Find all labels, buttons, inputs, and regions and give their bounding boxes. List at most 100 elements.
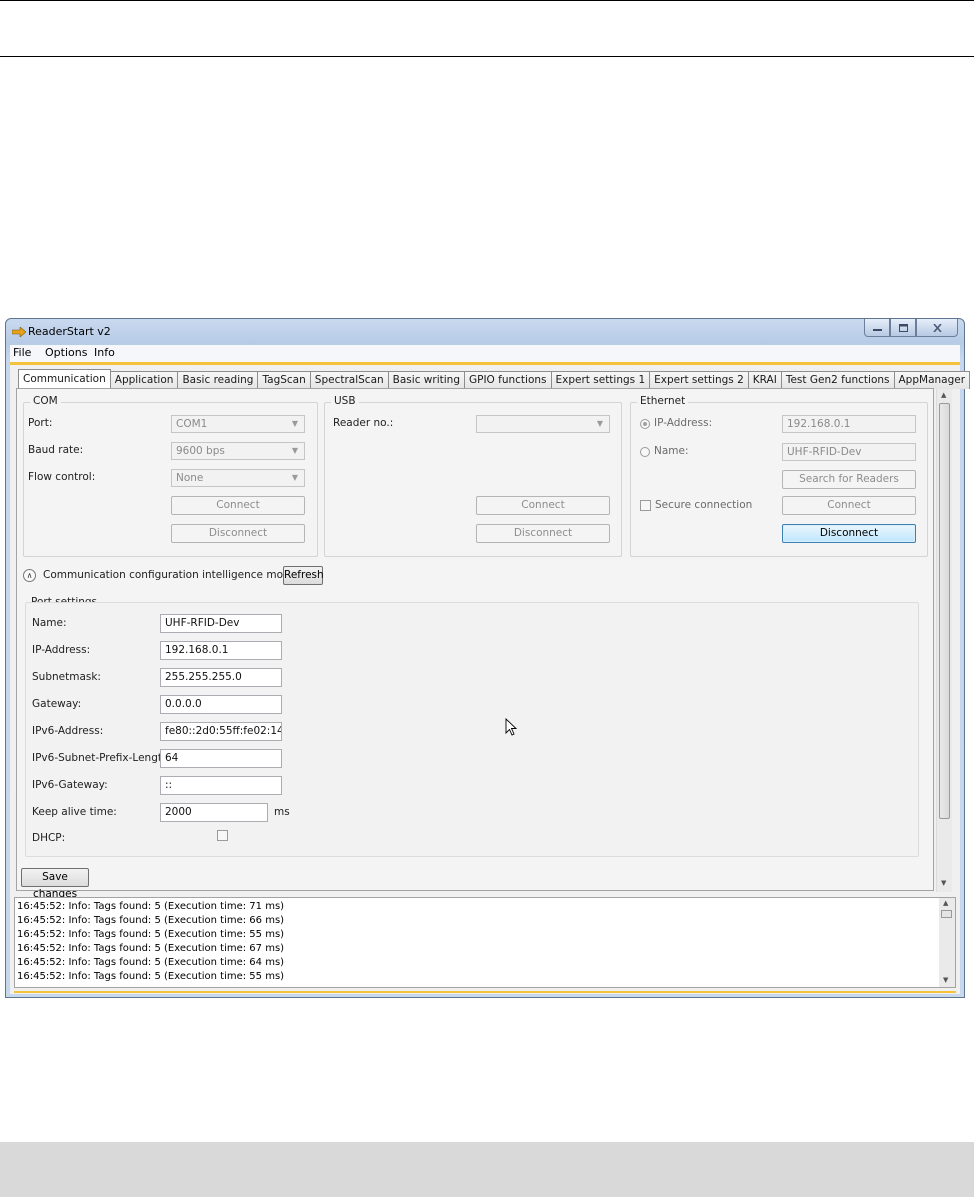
log-line: 16:45:52: Info: Tags found: 5 (Execution…: [17, 901, 285, 912]
page-header-rule: [0, 56, 974, 57]
reader-no-select[interactable]: ▼: [476, 415, 610, 433]
port-select-value: COM1: [176, 418, 208, 430]
ps-subnet-label: Subnetmask:: [32, 671, 101, 683]
tab-basic-reading[interactable]: Basic reading: [178, 371, 259, 389]
ps-gateway-label: Gateway:: [32, 698, 82, 710]
chevron-down-icon: ▼: [596, 419, 603, 428]
ethernet-name-input[interactable]: UHF-RFID-Dev: [782, 443, 916, 461]
menu-file[interactable]: File: [13, 346, 31, 359]
tab-appmanager[interactable]: AppManager: [894, 371, 971, 389]
port-label: Port:: [28, 417, 53, 429]
tab-tagscan[interactable]: TagScan: [258, 371, 311, 389]
ethernet-connect-button[interactable]: Connect: [782, 496, 916, 515]
title-bar[interactable]: ReaderStart v2: [6, 319, 964, 345]
refresh-button[interactable]: Refresh: [283, 566, 324, 585]
com-disconnect-button[interactable]: Disconnect: [171, 524, 305, 543]
ip-address-label: IP-Address:: [654, 417, 713, 429]
com-connect-button[interactable]: Connect: [171, 496, 305, 515]
caption-buttons: [864, 319, 958, 337]
save-changes-button[interactable]: Save changes: [21, 868, 89, 900]
reader-no-label: Reader no.:: [333, 417, 394, 429]
tab-communication[interactable]: Communication: [18, 369, 111, 389]
tab-expert-settings-2[interactable]: Expert settings 2: [650, 371, 749, 389]
communication-page: COM Port: COM1 ▼ Baud rate: 9600 bps ▼ F…: [16, 388, 934, 900]
ethernet-group-title: Ethernet: [637, 395, 689, 407]
tab-spectralscan[interactable]: SpectralScan: [310, 371, 389, 389]
baud-select[interactable]: 9600 bps ▼: [171, 442, 305, 460]
chevron-down-icon: ▼: [291, 473, 298, 482]
tab-application[interactable]: Application: [110, 371, 179, 389]
chevron-down-icon: ▼: [291, 419, 298, 428]
secure-connection-checkbox[interactable]: [640, 500, 651, 511]
ps-subnet-input[interactable]: 255.255.255.0: [160, 668, 282, 687]
ps-keepalive-input[interactable]: 2000: [160, 803, 268, 822]
page-top-rule: [0, 0, 974, 1]
client-area: Communication Application Basic reading …: [10, 362, 971, 994]
baud-label: Baud rate:: [28, 444, 84, 456]
flow-select-value: None: [176, 472, 204, 484]
ps-prefix-input[interactable]: 64: [160, 749, 282, 768]
ps-name-label: Name:: [32, 617, 67, 629]
ps-ipv6gw-input[interactable]: ::: [160, 776, 282, 795]
ethernet-disconnect-button[interactable]: Disconnect: [782, 524, 916, 543]
window-bottom-accent: [14, 991, 956, 993]
mouse-pointer-icon: [505, 718, 517, 736]
scroll-down-icon[interactable]: ▼: [941, 879, 946, 887]
app-window: ReaderStart v2 File Options Info Communi…: [5, 318, 971, 998]
log-scroll-thumb[interactable]: [941, 910, 952, 918]
menu-bar: File Options Info: [10, 345, 960, 362]
chevron-down-icon: ▼: [291, 446, 298, 455]
baud-select-value: 9600 bps: [176, 445, 225, 457]
menu-info[interactable]: Info: [94, 346, 115, 359]
ps-dhcp-checkbox[interactable]: [217, 830, 228, 841]
scroll-down-icon[interactable]: ▼: [943, 976, 948, 984]
menu-options[interactable]: Options: [45, 346, 87, 359]
secure-connection-label: Secure connection: [655, 499, 753, 511]
name-radio[interactable]: [640, 447, 650, 457]
port-settings-group: Name: UHF-RFID-Dev IP-Address: 192.168.0…: [25, 602, 919, 857]
tab-test-gen2-functions[interactable]: Test Gen2 functions: [781, 371, 895, 389]
scroll-thumb[interactable]: [939, 403, 950, 819]
ip-address-radio[interactable]: [640, 419, 650, 429]
tab-gpio-functions[interactable]: GPIO functions: [464, 371, 552, 389]
page-scrollbar[interactable]: ▲ ▼: [936, 389, 952, 892]
minimize-icon: [872, 328, 882, 331]
ps-ip-input[interactable]: 192.168.0.1: [160, 641, 282, 660]
port-select[interactable]: COM1 ▼: [171, 415, 305, 433]
flow-select[interactable]: None ▼: [171, 469, 305, 487]
tab-krai[interactable]: KRAI: [748, 371, 782, 389]
ps-dhcp-label: DHCP:: [32, 832, 66, 844]
com-group-title: COM: [30, 395, 61, 407]
usb-group-title: USB: [331, 395, 359, 407]
usb-connect-button[interactable]: Connect: [476, 496, 610, 515]
log-line: 16:45:52: Info: Tags found: 5 (Execution…: [17, 929, 285, 940]
usb-disconnect-button[interactable]: Disconnect: [476, 524, 610, 543]
maximize-button[interactable]: [890, 319, 916, 337]
app-arrow-icon: [12, 327, 26, 337]
log-line: 16:45:52: Info: Tags found: 5 (Execution…: [17, 957, 285, 968]
ps-gateway-input[interactable]: 0.0.0.0: [160, 695, 282, 714]
log-line: 16:45:52: Info: Tags found: 5 (Execution…: [17, 915, 285, 926]
search-readers-button[interactable]: Search for Readers: [782, 470, 916, 489]
ps-ipv6gw-label: IPv6-Gateway:: [32, 779, 108, 791]
ethernet-ip-input[interactable]: 192.168.0.1: [782, 415, 916, 433]
tab-expert-settings-1[interactable]: Expert settings 1: [551, 371, 651, 389]
log-scrollbar[interactable]: ▲ ▼: [939, 898, 955, 987]
tab-strip: Communication Application Basic reading …: [18, 369, 971, 389]
ps-ipv6-label: IPv6-Address:: [32, 725, 104, 737]
minimize-button[interactable]: [864, 319, 890, 337]
flow-label: Flow control:: [28, 471, 96, 483]
close-button[interactable]: [916, 319, 958, 337]
tab-basic-writing[interactable]: Basic writing: [388, 371, 465, 389]
collapse-expander-icon[interactable]: ∧: [23, 569, 36, 582]
ps-prefix-label: IPv6-Subnet-Prefix-Length:: [32, 752, 173, 764]
scroll-up-icon[interactable]: ▲: [943, 899, 948, 907]
page-footer-band: [0, 1142, 974, 1197]
ps-keepalive-unit: ms: [274, 806, 290, 818]
ps-name-input[interactable]: UHF-RFID-Dev: [160, 614, 282, 633]
log-line: 16:45:52: Info: Tags found: 5 (Execution…: [17, 943, 285, 954]
scroll-up-icon[interactable]: ▲: [941, 391, 946, 399]
ps-ipv6-input[interactable]: fe80::2d0:55ff:fe02:14a3: [160, 722, 282, 741]
com-group: COM Port: COM1 ▼ Baud rate: 9600 bps ▼ F…: [23, 395, 318, 557]
ps-ip-label: IP-Address:: [32, 644, 91, 656]
